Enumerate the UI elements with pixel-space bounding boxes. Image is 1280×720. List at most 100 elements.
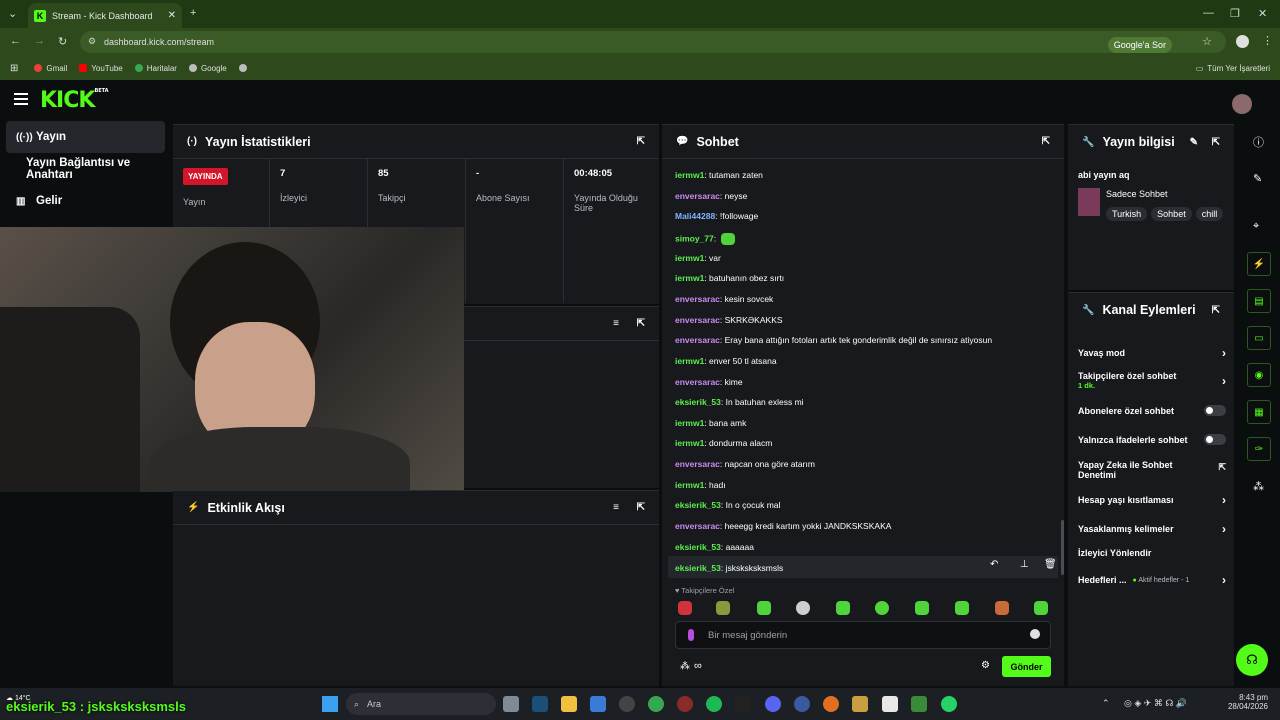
minimize-icon[interactable]: — <box>1203 7 1214 19</box>
tab-list-icon[interactable]: ⌄ <box>8 7 17 20</box>
chat-username[interactable]: iermw1 <box>675 170 704 180</box>
site-info-icon[interactable]: ⚙ <box>88 36 96 47</box>
chat-username[interactable]: simoy_77 <box>675 233 714 243</box>
bookmark-google[interactable]: Google <box>188 64 227 73</box>
broadcast-icon[interactable]: ◉ <box>1247 363 1271 387</box>
slow-mode-row[interactable]: Yavaş mod › <box>1078 346 1226 360</box>
filter-icon[interactable]: ≡ <box>613 318 619 329</box>
kick-logo[interactable]: KICKBETA <box>40 88 109 113</box>
windows-start-icon[interactable] <box>322 696 338 712</box>
community-icon[interactable]: ⁂ <box>680 661 690 672</box>
reply-icon[interactable]: ↶ <box>990 559 998 570</box>
emote-icon[interactable] <box>915 601 929 615</box>
discord-icon[interactable] <box>765 696 781 712</box>
popout-icon[interactable]: ⇱ <box>637 136 645 147</box>
tag[interactable]: Turkish <box>1106 207 1148 221</box>
followers-chat-row[interactable]: Takipçilere özel sohbet 1 dk. › <box>1078 371 1226 390</box>
bolt-icon[interactable]: ⚡ <box>1247 252 1271 276</box>
emote-icon[interactable] <box>875 601 889 615</box>
user-avatar[interactable] <box>1232 94 1252 114</box>
tray-icons[interactable]: ◎ ◈ ✈ ⌘ ☊ 🔊 <box>1124 698 1187 709</box>
document-icon[interactable]: ▤ <box>1247 289 1271 313</box>
crosshair-icon[interactable]: ⌖ <box>1253 220 1259 233</box>
bookmark-globe[interactable] <box>238 64 251 72</box>
spotify-icon[interactable] <box>706 696 722 712</box>
emote-icon[interactable] <box>716 601 730 615</box>
chat-username[interactable]: iermw1 <box>675 418 704 428</box>
taskview-icon[interactable] <box>503 696 519 712</box>
reload-icon[interactable]: ↻ <box>58 35 67 48</box>
chat-username[interactable]: eksierik_53 <box>675 397 721 407</box>
browser-tab[interactable]: K Stream - Kick Dashboard ✕ <box>28 3 182 28</box>
chat-settings-icon[interactable]: ⚙ <box>981 660 990 671</box>
account-age-row[interactable]: Hesap yaşı kısıtlaması › <box>1078 493 1226 507</box>
send-button[interactable]: Gönder <box>1002 656 1051 677</box>
emotes-chat-toggle[interactable] <box>1204 434 1226 445</box>
maximize-icon[interactable]: ❐ <box>1230 7 1240 20</box>
apps-icon[interactable]: ⁂ <box>1253 480 1264 493</box>
file-explorer-icon[interactable] <box>561 696 577 712</box>
infinity-icon[interactable]: ∞ <box>694 660 702 672</box>
chat-username[interactable]: iermw1 <box>675 273 704 283</box>
chrome-icon[interactable] <box>648 696 664 712</box>
chat-username[interactable]: Mali44288 <box>675 211 715 221</box>
chat-username[interactable]: enversarac <box>675 315 720 325</box>
whatsapp-icon[interactable] <box>941 696 957 712</box>
chat-username[interactable]: enversarac <box>675 191 720 201</box>
steam-icon[interactable] <box>532 696 548 712</box>
ai-moderation-row[interactable]: Yapay Zeka ile Sohbet Denetimi ⇱ <box>1078 460 1226 480</box>
app-icon[interactable] <box>823 696 839 712</box>
chat-username[interactable]: eksierik_53 <box>675 542 721 552</box>
emote-icon[interactable] <box>1034 601 1048 615</box>
close-window-icon[interactable]: ✕ <box>1258 7 1267 20</box>
chat-username[interactable]: enversarac <box>675 459 720 469</box>
emote-icon[interactable] <box>796 601 810 615</box>
emoji-icon[interactable] <box>1030 629 1040 639</box>
all-bookmarks[interactable]: ▭ Tüm Yer İşaretleri <box>1196 64 1270 73</box>
chat-username[interactable]: enversarac <box>675 294 720 304</box>
close-tab-icon[interactable]: ✕ <box>168 10 176 21</box>
back-icon[interactable]: ← <box>10 35 21 47</box>
emote-icon[interactable] <box>995 601 1009 615</box>
delete-icon[interactable]: 🗑 <box>1044 559 1057 570</box>
app-icon[interactable] <box>677 696 693 712</box>
emote-icon[interactable] <box>678 601 692 615</box>
chat-username[interactable]: eksierik_53 <box>675 500 721 510</box>
filter-icon[interactable]: ≡ <box>613 502 619 513</box>
profile-icon[interactable] <box>1236 35 1249 48</box>
wrench-icon[interactable]: ✑ <box>1247 437 1271 461</box>
chat-username[interactable]: enversarac <box>675 377 720 387</box>
app-icon[interactable] <box>794 696 810 712</box>
sidebar-item-revenue[interactable]: ▥ Gelir <box>6 185 165 217</box>
popout-icon[interactable]: ⇱ <box>637 318 645 329</box>
chat-username[interactable]: eksierik_53 <box>675 563 721 573</box>
minecraft-icon[interactable] <box>911 696 927 712</box>
app-icon[interactable] <box>852 696 868 712</box>
bookmark-gmail[interactable]: Gmail <box>34 64 67 73</box>
sidebar-item-stream-key[interactable]: Yayın Bağlantısı ve Anahtarı <box>16 153 175 185</box>
info-icon[interactable]: ⓘ <box>1253 134 1264 150</box>
category-thumbnail[interactable] <box>1078 188 1100 216</box>
sidebar-item-stream[interactable]: ((·)) Yayın <box>6 121 165 153</box>
subs-chat-toggle[interactable] <box>1204 405 1226 416</box>
hamburger-menu-icon[interactable] <box>14 93 28 105</box>
support-icon[interactable]: ☊ <box>1236 644 1268 676</box>
chat-username[interactable]: enversarac <box>675 335 720 345</box>
banned-words-row[interactable]: Yasaklanmış kelimeler › <box>1078 522 1226 536</box>
emote-icon[interactable] <box>757 601 771 615</box>
popout-icon[interactable]: ⇱ <box>1212 137 1220 148</box>
bookmark-youtube[interactable]: YouTube <box>79 64 123 73</box>
chat-username[interactable]: iermw1 <box>675 356 704 366</box>
notepad-icon[interactable] <box>882 696 898 712</box>
popout-icon[interactable]: ⇱ <box>1212 305 1220 316</box>
forward-icon[interactable]: → <box>34 35 45 47</box>
google-ask-button[interactable]: Google'a Sor <box>1107 37 1172 53</box>
tag[interactable]: Sohbet <box>1151 207 1192 221</box>
chat-bubble-icon[interactable]: ▭ <box>1247 326 1271 350</box>
store-icon[interactable] <box>590 696 606 712</box>
chat-username[interactable]: iermw1 <box>675 480 704 490</box>
url-field[interactable]: ⚙ dashboard.kick.com/stream Google'a Sor… <box>80 31 1226 53</box>
viewer-redirect-row[interactable]: İzleyici Yönlendir <box>1078 548 1226 558</box>
app-icon[interactable] <box>619 696 635 712</box>
chat-username[interactable]: iermw1 <box>675 438 704 448</box>
